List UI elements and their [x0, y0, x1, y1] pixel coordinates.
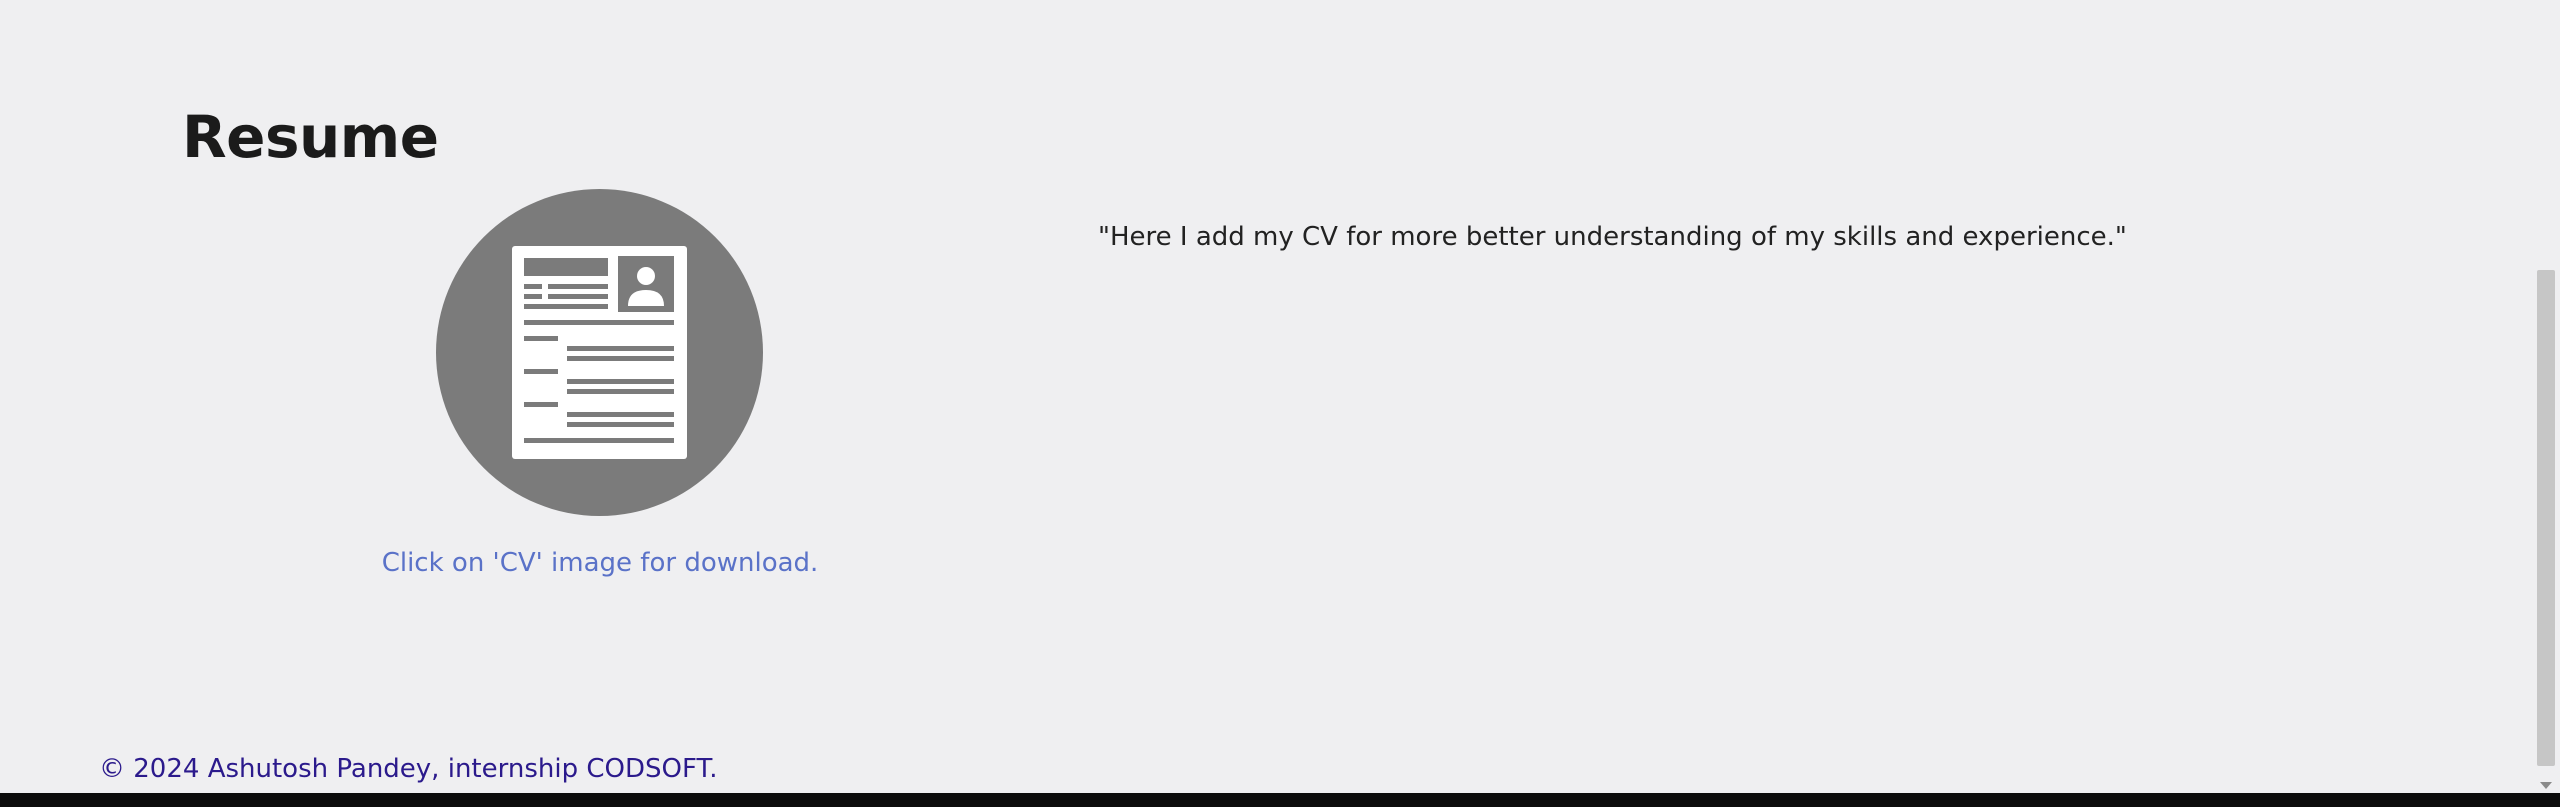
bottom-edge-bar [0, 793, 2560, 807]
resume-quote: "Here I add my CV for more better unders… [1098, 222, 2127, 252]
resume-document-icon [512, 246, 687, 459]
section-title: Resume [182, 103, 439, 171]
page: Resume Click on 'CV' image for download.… [0, 0, 2532, 793]
vertical-scrollbar[interactable] [2532, 0, 2560, 793]
cv-download-caption: Click on 'CV' image for download. [381, 548, 819, 578]
cv-download-link[interactable] [436, 189, 763, 516]
scrollbar-thumb[interactable] [2537, 270, 2555, 766]
scroll-down-arrow-icon[interactable] [2540, 782, 2552, 789]
footer-copyright: © 2024 Ashutosh Pandey, internship CODSO… [99, 754, 718, 784]
